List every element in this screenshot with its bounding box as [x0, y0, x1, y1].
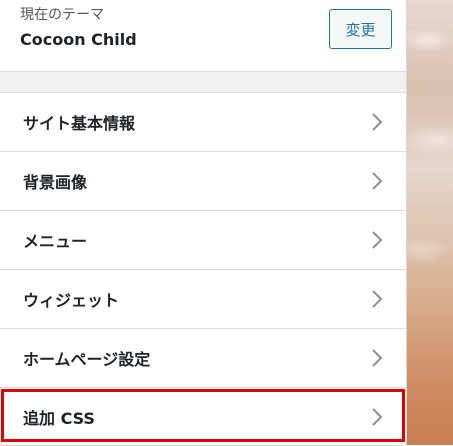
current-theme-section: 現在のテーマ Cocoon Child 変更 [0, 0, 406, 72]
current-theme-name: Cocoon Child [20, 30, 137, 49]
chevron-right-icon [372, 113, 383, 131]
change-theme-button[interactable]: 変更 [329, 9, 392, 49]
current-theme-label: 現在のテーマ [20, 7, 104, 23]
menu-item-label: 背景画像 [23, 173, 88, 192]
chevron-right-icon [372, 407, 383, 426]
menu-item-homepage-settings[interactable]: ホームページ設定 [0, 328, 406, 387]
chevron-right-icon [372, 290, 383, 308]
chevron-right-icon [372, 172, 383, 190]
site-preview [406, 0, 453, 445]
menu-item-additional-css[interactable]: 追加 CSS [0, 387, 406, 446]
menu-item-menus[interactable]: メニュー [0, 210, 406, 269]
menu-item-label: サイト基本情報 [23, 114, 136, 133]
menu-item-label: ウィジェット [23, 291, 120, 310]
customizer-menu: サイト基本情報 背景画像 メニュー ウィジェット ホームページ設定 追加 CSS [0, 92, 406, 446]
menu-item-site-identity[interactable]: サイト基本情報 [0, 92, 406, 151]
section-spacer [0, 72, 406, 92]
menu-item-label: 追加 CSS [23, 408, 95, 428]
customizer-panel: 現在のテーマ Cocoon Child 変更 サイト基本情報 背景画像 メニュー… [0, 0, 406, 446]
chevron-right-icon [372, 231, 383, 249]
chevron-right-icon [372, 349, 383, 367]
menu-item-background-image[interactable]: 背景画像 [0, 151, 406, 210]
menu-item-label: メニュー [23, 232, 88, 251]
menu-item-widgets[interactable]: ウィジェット [0, 269, 406, 328]
menu-item-label: ホームページ設定 [23, 350, 151, 369]
